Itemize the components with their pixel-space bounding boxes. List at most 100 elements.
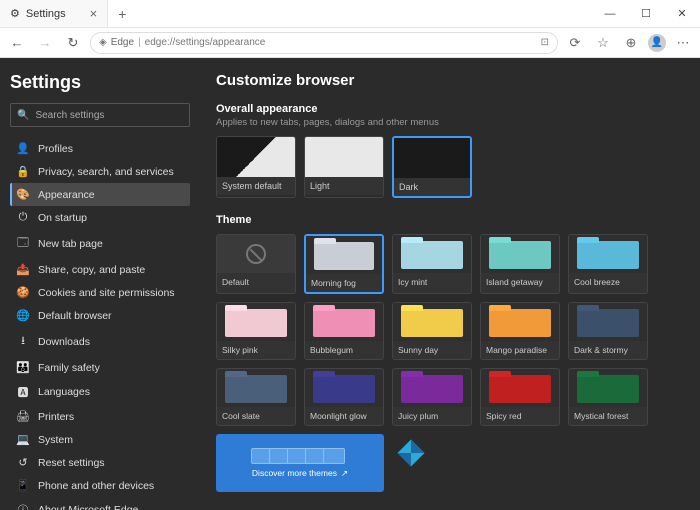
sidebar-item-label: New tab page: [38, 238, 103, 250]
sidebar-item-privacy-search-and-services[interactable]: 🔒 Privacy, search, and services: [10, 160, 190, 183]
sidebar-item-printers[interactable]: 🖨 Printers: [10, 405, 190, 428]
theme-swatch: [481, 235, 559, 273]
theme-label: Default: [217, 273, 295, 291]
theme-silky-pink[interactable]: Silky pink: [216, 302, 296, 360]
sidebar-item-default-browser[interactable]: 🌐Default browser: [10, 304, 190, 327]
nav-icon: 🔒: [16, 165, 30, 178]
sidebar-item-downloads[interactable]: ⭳ Downloads: [10, 327, 190, 356]
theme-label: Bubblegum: [305, 341, 383, 359]
theme-dark-stormy[interactable]: Dark & stormy: [568, 302, 648, 360]
sidebar-item-reset-settings[interactable]: ↺Reset settings: [10, 451, 190, 474]
browser-tab[interactable]: ⚙ Settings ×: [0, 0, 108, 27]
appearance-subtitle: Applies to new tabs, pages, dialogs and …: [216, 117, 684, 128]
theme-swatch: [306, 236, 382, 274]
nav-icon: ⭳: [16, 332, 30, 351]
no-theme-icon: [246, 244, 266, 264]
appearance-label: Dark: [394, 178, 470, 196]
theme-island-getaway[interactable]: Island getaway: [480, 234, 560, 294]
search-icon: 🔍: [17, 110, 29, 121]
collections-icon[interactable]: ⊕: [620, 35, 642, 51]
theme-label: Cool slate: [217, 407, 295, 425]
maximize-button[interactable]: ☐: [628, 0, 664, 27]
forward-button[interactable]: →: [34, 35, 56, 50]
sidebar-item-family-safety[interactable]: 👪Family safety: [10, 356, 190, 379]
nav-icon: 🗔: [16, 234, 30, 253]
sidebar-item-label: About Microsoft Edge: [38, 504, 138, 510]
sidebar-item-profiles[interactable]: 👤Profiles: [10, 137, 190, 160]
theme-label: Dark & stormy: [569, 341, 647, 359]
sidebar-item-cookies-and-site-permissions[interactable]: 🍪Cookies and site permissions: [10, 281, 190, 304]
minimize-button[interactable]: —: [592, 0, 628, 27]
theme-cool-breeze[interactable]: Cool breeze: [568, 234, 648, 294]
discover-more-themes-button[interactable]: Discover more themes ↗: [216, 434, 384, 492]
search-input[interactable]: 🔍 Search settings: [10, 103, 190, 127]
sidebar-item-label: Printers: [38, 411, 74, 423]
profile-avatar[interactable]: 👤: [648, 34, 666, 52]
close-window-button[interactable]: ✕: [664, 0, 700, 27]
appearance-label: Light: [305, 177, 383, 195]
back-button[interactable]: ←: [6, 35, 28, 50]
theme-swatch: [393, 369, 471, 407]
appearance-option-system-default[interactable]: System default: [216, 136, 296, 198]
read-aloud-icon[interactable]: ⊡: [541, 37, 549, 48]
theme-sunny-day[interactable]: Sunny day: [392, 302, 472, 360]
favorites-icon[interactable]: ☆: [592, 35, 614, 51]
appearance-option-light[interactable]: Light: [304, 136, 384, 198]
sidebar-item-label: Downloads: [38, 336, 90, 348]
settings-title: Settings: [10, 72, 190, 93]
theme-juicy-plum[interactable]: Juicy plum: [392, 368, 472, 426]
folder-icon: [313, 309, 375, 337]
sidebar-item-share-copy-and-paste[interactable]: 📤Share, copy, and paste: [10, 258, 190, 281]
nav-icon: 🖨: [16, 410, 30, 423]
external-link-icon: ↗: [341, 468, 348, 479]
theme-default[interactable]: Default: [216, 234, 296, 294]
nav-icon: 🍪: [16, 286, 30, 299]
nav-icon: ↺: [16, 456, 30, 469]
theme-mango-paradise[interactable]: Mango paradise: [480, 302, 560, 360]
folder-icon: [489, 241, 551, 269]
theme-swatch: [569, 303, 647, 341]
theme-moonlight-glow[interactable]: Moonlight glow: [304, 368, 384, 426]
address-bar[interactable]: ◈ Edge | edge://settings/appearance ⊡: [90, 32, 558, 54]
toolbar: ← → ↻ ◈ Edge | edge://settings/appearanc…: [0, 28, 700, 58]
theme-label: Mystical forest: [569, 407, 647, 425]
theme-grid: Default Morning fogIcy mint Island getaway…: [216, 234, 684, 426]
theme-mystical-forest[interactable]: Mystical forest: [568, 368, 648, 426]
theme-spicy-red[interactable]: Spicy red: [480, 368, 560, 426]
theme-morning-fog[interactable]: Morning fog: [304, 234, 384, 294]
sidebar-item-label: Family safety: [38, 362, 100, 374]
nav-icon: 🅰: [16, 384, 30, 400]
new-tab-button[interactable]: +: [108, 0, 136, 27]
appearance-option-dark[interactable]: Dark: [392, 136, 472, 198]
theme-cool-slate[interactable]: Cool slate: [216, 368, 296, 426]
close-tab-icon[interactable]: ×: [90, 6, 98, 21]
sidebar-item-appearance[interactable]: 🎨Appearance: [10, 183, 190, 206]
sidebar-item-new-tab-page[interactable]: 🗔 New tab page: [10, 229, 190, 258]
sidebar-item-about-microsoft-edge[interactable]: ⓘAbout Microsoft Edge: [10, 497, 190, 510]
theme-label: Silky pink: [217, 341, 295, 359]
nav-icon: 📱: [16, 479, 30, 492]
refresh-button[interactable]: ↻: [62, 35, 84, 51]
folder-icon: [225, 309, 287, 337]
more-icon[interactable]: ⋯: [672, 35, 694, 51]
appearance-title: Overall appearance: [216, 103, 684, 115]
addon-tile[interactable]: [392, 434, 430, 472]
sync-icon[interactable]: ⟳: [564, 35, 586, 51]
theme-swatch: [569, 369, 647, 407]
nav-icon: ⏻: [16, 211, 30, 224]
sidebar-item-label: Privacy, search, and services: [38, 166, 174, 178]
sidebar: Settings 🔍 Search settings 👤Profiles 🔒 Pri…: [0, 58, 200, 510]
theme-bubblegum[interactable]: Bubblegum: [304, 302, 384, 360]
theme-swatch: [393, 303, 471, 341]
theme-icy-mint[interactable]: Icy mint: [392, 234, 472, 294]
theme-title: Theme: [216, 214, 684, 226]
app-body: Settings 🔍 Search settings 👤Profiles 🔒 Pri…: [0, 58, 700, 510]
theme-label: Moonlight glow: [305, 407, 383, 425]
sidebar-item-languages[interactable]: 🅰Languages: [10, 379, 190, 405]
sidebar-item-on-startup[interactable]: ⏻On startup: [10, 206, 190, 229]
sidebar-item-system[interactable]: 💻System: [10, 428, 190, 451]
theme-label: Island getaway: [481, 273, 559, 291]
folder-icon: [489, 309, 551, 337]
sidebar-item-phone-and-other-devices[interactable]: 📱Phone and other devices: [10, 474, 190, 497]
folder-icon: [489, 375, 551, 403]
